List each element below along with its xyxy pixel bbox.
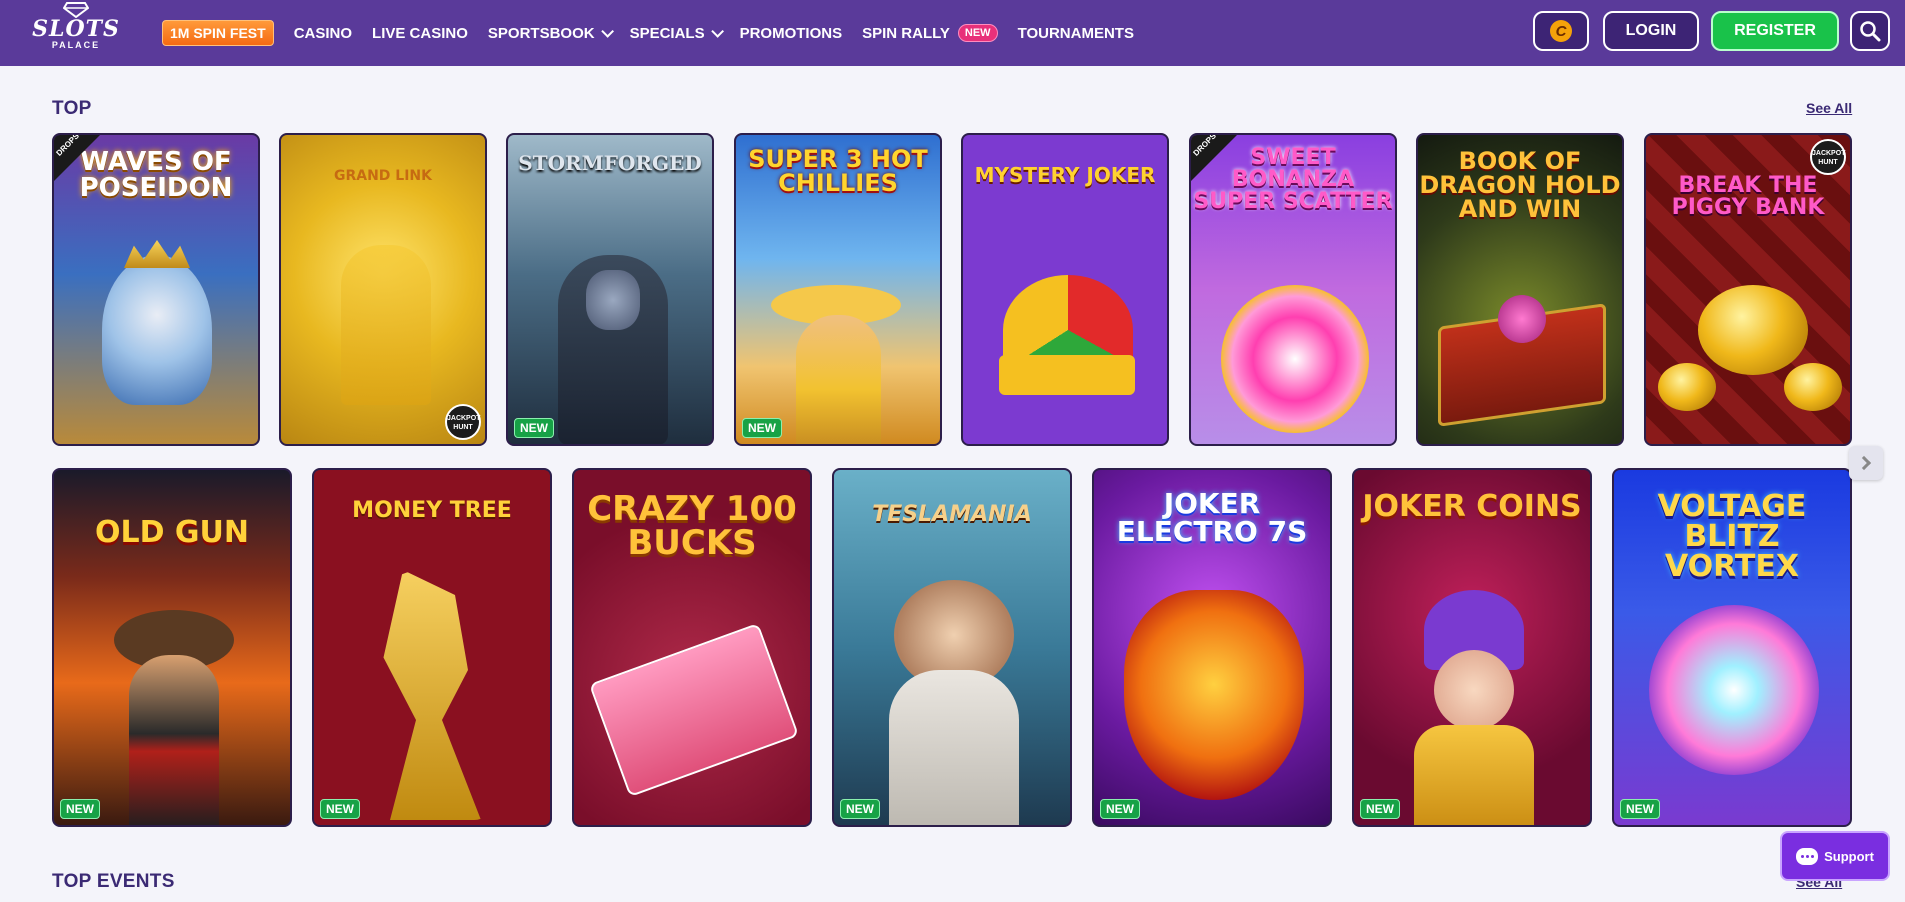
coins-button[interactable]: C — [1533, 11, 1589, 51]
nav-tournaments-label: TOURNAMENTS — [1017, 24, 1134, 42]
register-button[interactable]: REGISTER — [1711, 11, 1839, 51]
game-title: GRAND LINK — [333, 168, 432, 184]
game-card-grand-link[interactable]: GRAND LINK JACKPOT HUNT — [279, 133, 487, 446]
game-card-stormforged[interactable]: STORMFORGED NEW — [506, 133, 714, 446]
drops-wins-ribbon — [54, 135, 100, 181]
new-badge: NEW — [1100, 799, 1140, 819]
game-title: OLD GUN — [94, 515, 250, 550]
game-title: BOOK OF DRAGON HOLD AND WIN — [1419, 147, 1621, 223]
game-card-vortex[interactable]: VOLTAGE BLITZ VORTEX NEW — [1612, 468, 1852, 827]
game-card-joker-coins[interactable]: JOKER COINS NEW — [1352, 468, 1592, 827]
game-card-break-the-piggy-bank[interactable]: BREAK THE PIGGY BANK JACKPOT HUNT — [1644, 133, 1852, 446]
nav-promotions-label: PROMOTIONS — [739, 24, 843, 42]
game-title: TESLAMANIA — [872, 502, 1032, 527]
game-title: VOLTAGE BLITZ VORTEX — [1657, 489, 1807, 584]
game-card-waves-of-poseidon[interactable]: WAVES OF POSEIDON DROPS & WINS — [52, 133, 260, 446]
game-card-sweet-bonanza-super-scatter[interactable]: SWEET BONANZA SUPER SCATTER DROPS & WINS — [1189, 133, 1397, 446]
game-card-crazy-100-bucks[interactable]: CRAZY 100 BUCKS — [572, 468, 812, 827]
jackpot-hunt-badge: JACKPOT HUNT — [1810, 139, 1846, 175]
slots-palace-logo[interactable]: SLOTS PALACE — [26, 2, 126, 62]
diamond-icon — [63, 2, 89, 18]
chevron-down-icon — [600, 24, 614, 38]
search-button[interactable] — [1850, 11, 1890, 51]
nav-live-casino-label: LIVE CASINO — [372, 24, 468, 42]
nav-casino-label: CASINO — [293, 24, 353, 42]
game-card-joker-electro-7s[interactable]: JOKER ELECTRO 7s NEW — [1092, 468, 1332, 827]
game-title: CRAZY 100 BUCKS — [587, 489, 797, 563]
chat-bubble-icon — [1796, 847, 1819, 865]
nav-spin-rally-label: SPIN RALLY — [862, 24, 950, 42]
search-icon — [1860, 21, 1881, 42]
new-badge: NEW — [840, 799, 880, 819]
nav-specials-label: SPECIALS — [629, 24, 705, 42]
game-title: SUPER 3 HOT CHILLIES — [748, 145, 928, 197]
spin-fest-link[interactable]: 1M SPIN FEST — [162, 20, 274, 46]
nav-spin-rally[interactable]: SPIN RALLY NEW — [862, 24, 998, 42]
support-label: Support — [1824, 848, 1874, 864]
game-card-super-3-hot-chillies[interactable]: SUPER 3 HOT CHILLIES NEW — [734, 133, 942, 446]
chevron-right-icon — [1856, 455, 1872, 471]
game-card-old-gun[interactable]: OLD GUN NEW — [52, 468, 292, 827]
nav-promotions[interactable]: PROMOTIONS — [740, 25, 843, 42]
login-button[interactable]: LOGIN — [1603, 11, 1699, 51]
game-title: STORMFORGED — [518, 151, 702, 175]
new-badge: NEW — [514, 418, 554, 438]
carousel-next-button[interactable] — [1849, 446, 1883, 480]
top-section-title: TOP — [52, 98, 92, 119]
nav-tournaments[interactable]: TOURNAMENTS — [1018, 25, 1134, 42]
game-title: JOKER COINS — [1362, 489, 1582, 524]
game-card-book-of-dragon[interactable]: BOOK OF DRAGON HOLD AND WIN — [1416, 133, 1624, 446]
drops-wins-ribbon — [1191, 135, 1237, 181]
logo-brand: SLOTS — [32, 16, 120, 42]
top-events-section-title: TOP EVENTS — [52, 871, 175, 892]
new-badge: NEW — [320, 799, 360, 819]
support-chat-button[interactable]: Support — [1780, 831, 1890, 881]
game-title: JOKER ELECTRO 7s — [1116, 487, 1308, 548]
chevron-down-icon — [710, 24, 724, 38]
new-badge: NEW — [60, 799, 100, 819]
game-card-teslamania[interactable]: TESLAMANIA NEW — [832, 468, 1072, 827]
game-card-mystery-joker[interactable]: MYSTERY JOKER — [961, 133, 1169, 446]
new-badge: NEW — [957, 24, 998, 42]
new-badge: NEW — [742, 418, 782, 438]
nav-sportsbook[interactable]: SPORTSBOOK — [487, 24, 614, 42]
top-see-all-link[interactable]: See All — [1806, 100, 1852, 116]
game-title: MYSTERY JOKER — [974, 163, 1156, 187]
site-header: SLOTS PALACE 1M SPIN FEST CASINO LIVE CA… — [0, 0, 1905, 66]
jackpot-hunt-badge: JACKPOT HUNT — [445, 404, 481, 440]
nav-specials[interactable]: SPECIALS — [629, 24, 724, 42]
game-title: MONEY TREE — [352, 498, 512, 523]
game-title: BREAK THE PIGGY BANK — [1671, 173, 1825, 220]
nav-sportsbook-label: SPORTSBOOK — [487, 24, 595, 42]
main-nav: 1M SPIN FEST CASINO LIVE CASINO SPORTSBO… — [162, 0, 1154, 66]
new-badge: NEW — [1360, 799, 1400, 819]
nav-live-casino[interactable]: LIVE CASINO — [372, 25, 468, 42]
new-badge: NEW — [1620, 799, 1660, 819]
game-card-money-tree[interactable]: MONEY TREE NEW — [312, 468, 552, 827]
coin-icon: C — [1550, 20, 1572, 42]
nav-casino[interactable]: CASINO — [294, 25, 352, 42]
